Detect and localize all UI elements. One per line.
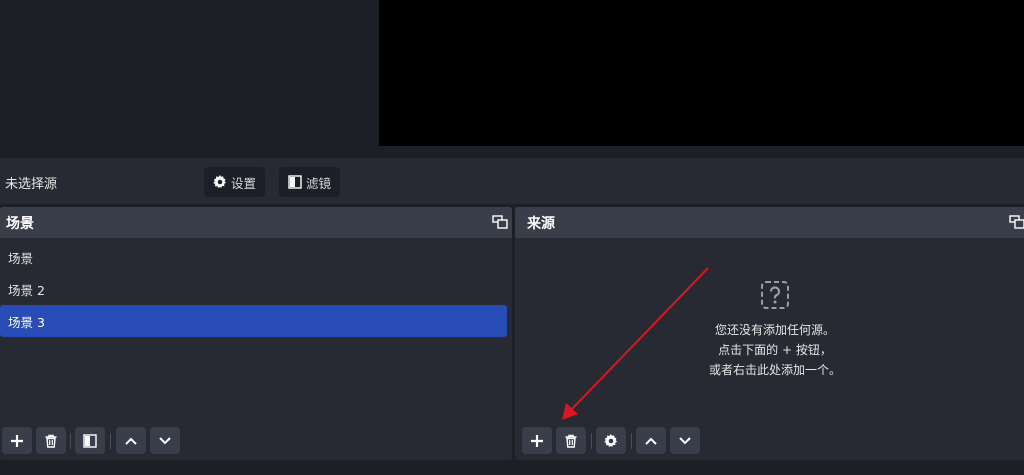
toolbar-separator (591, 433, 592, 449)
scene-item[interactable]: 场景 (0, 241, 507, 273)
plus-icon (531, 434, 543, 447)
sources-empty-state[interactable]: 您还没有添加任何源。 点击下面的 + 按钮， 或者右击此处添加一个。 (655, 280, 895, 380)
move-scene-down-button[interactable] (150, 427, 180, 454)
undock-icon[interactable] (492, 215, 508, 229)
move-source-up-button[interactable] (636, 427, 666, 454)
scene-item-selected[interactable]: 场景 3 (0, 305, 507, 337)
toolbar-separator (631, 433, 632, 449)
sources-title: 来源 (527, 215, 555, 232)
trash-icon (45, 434, 57, 448)
add-source-button[interactable] (522, 427, 552, 454)
scenes-title: 场景 (6, 215, 34, 232)
scene-filters-button[interactable] (75, 427, 105, 454)
no-source-selected-label: 未选择源 (5, 177, 58, 192)
gear-icon (213, 175, 227, 189)
preview-canvas[interactable] (379, 0, 1024, 146)
empty-hint-line: 您还没有添加任何源。 (714, 323, 835, 337)
toolbar-separator (110, 433, 111, 449)
source-properties-button[interactable] (596, 427, 626, 454)
chevron-up-icon (125, 437, 137, 445)
scenes-dock-header: 场景 (0, 207, 512, 238)
settings-button[interactable]: 设置 (204, 167, 266, 197)
sources-dock-header: 来源 (515, 207, 1024, 238)
source-context-toolbar: 未选择源 设置 滤镜 (0, 158, 1024, 204)
move-scene-up-button[interactable] (116, 427, 146, 454)
scene-item-label: 场景 (8, 250, 34, 266)
undock-icon[interactable] (1009, 215, 1024, 229)
sources-controls (515, 427, 1024, 455)
chevron-down-icon (159, 436, 171, 444)
remove-source-button[interactable] (556, 427, 586, 454)
add-scene-button[interactable] (2, 427, 32, 454)
filter-icon (288, 175, 302, 189)
filters-button[interactable]: 滤镜 (279, 167, 341, 197)
question-icon (761, 281, 789, 309)
empty-hint-line: 或者右击此处添加一个。 (708, 363, 841, 377)
filters-label: 滤镜 (306, 175, 332, 191)
preview-divider (0, 146, 1024, 158)
toolbar-separator (70, 433, 71, 449)
sources-dock: 来源 您还没有添加任何源。 点击下面的 + 按钮， 或者右击此处添加一个。 (515, 207, 1024, 460)
bottom-strip (0, 460, 1024, 475)
scene-item-label: 场景 3 (8, 314, 45, 330)
settings-label: 设置 (231, 175, 257, 191)
scene-item[interactable]: 场景 2 (0, 273, 507, 305)
filter-icon (83, 433, 97, 448)
remove-scene-button[interactable] (36, 427, 66, 454)
scene-item-label: 场景 2 (8, 282, 45, 298)
gear-icon (604, 433, 618, 447)
plus-icon (11, 434, 23, 447)
scene-list: 场景 场景 2 场景 3 (0, 241, 507, 337)
scenes-controls (0, 427, 512, 455)
preview-background (0, 0, 379, 146)
chevron-down-icon (679, 436, 691, 444)
trash-icon (565, 434, 577, 448)
move-source-down-button[interactable] (670, 427, 700, 454)
scenes-dock: 场景 场景 场景 2 场景 3 (0, 207, 512, 460)
empty-hint-line: 点击下面的 + 按钮， (718, 343, 832, 357)
chevron-up-icon (645, 437, 657, 445)
